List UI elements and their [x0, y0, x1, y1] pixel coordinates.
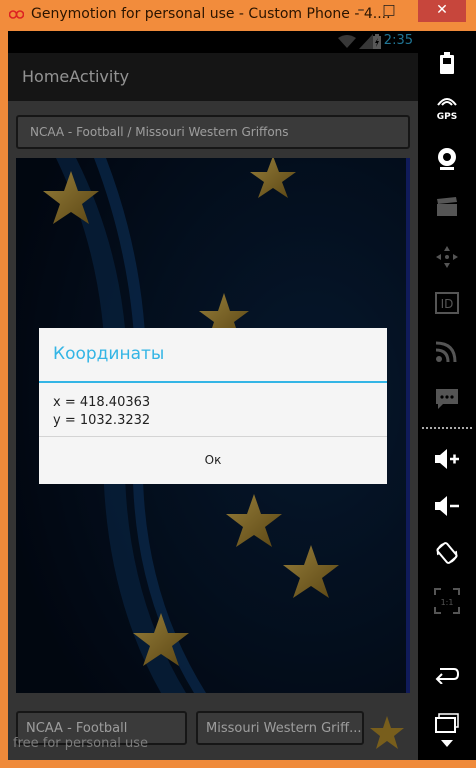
- coordinate-y: y = 1032.3232: [53, 413, 151, 428]
- window-title: Genymotion for personal use - Custom Pho…: [31, 6, 391, 22]
- rss-icon: [436, 341, 457, 362]
- genymotion-logo-icon: [9, 10, 24, 19]
- emulator-window: Genymotion for personal use - Custom Pho…: [0, 0, 476, 768]
- gps-label: GPS: [436, 112, 458, 122]
- webcam-icon: [438, 148, 456, 170]
- battery-button[interactable]: [426, 43, 468, 83]
- volume-down-icon: [435, 496, 459, 516]
- emulator-sidebar: GPS ID 1:1: [418, 31, 476, 760]
- clapperboard-icon: [437, 197, 457, 216]
- minimize-button[interactable]: –: [348, 0, 374, 22]
- gps-icon: [437, 98, 457, 106]
- dpad-icon: [436, 246, 458, 268]
- device-screen[interactable]: 2:35 HomeActivity NCAA - Football / Miss…: [8, 31, 418, 760]
- dialog-message: x = 418.40363 y = 1032.3232: [53, 394, 150, 430]
- volume-up-icon: [435, 449, 459, 469]
- svg-text:1:1: 1:1: [441, 598, 454, 607]
- window-titlebar[interactable]: Genymotion for personal use - Custom Pho…: [0, 0, 476, 30]
- dialog-title: Координаты: [53, 344, 165, 364]
- battery-icon: [440, 52, 454, 74]
- dialog-title-divider: [39, 381, 387, 383]
- volume-down-button[interactable]: [426, 486, 468, 526]
- sidebar-divider: [422, 427, 472, 429]
- message-icon: [436, 389, 458, 409]
- back-button[interactable]: [426, 655, 468, 695]
- ok-button[interactable]: Ок: [39, 437, 387, 484]
- more-button[interactable]: [426, 735, 468, 753]
- dpad-button[interactable]: [426, 237, 468, 277]
- sms-button[interactable]: [426, 379, 468, 419]
- recent-apps-icon: [435, 713, 459, 733]
- rotate-button[interactable]: [426, 533, 468, 573]
- coordinates-dialog: Координаты x = 418.40363 y = 1032.3232 О…: [39, 328, 387, 484]
- rotate-screen-icon: [436, 542, 458, 564]
- svg-text:ID: ID: [441, 297, 454, 311]
- close-button[interactable]: ✕: [418, 0, 466, 22]
- volume-up-button[interactable]: [426, 439, 468, 479]
- coordinate-x: x = 418.40363: [53, 395, 151, 410]
- id-card-icon: ID: [435, 292, 459, 314]
- maximize-button[interactable]: □: [376, 0, 402, 22]
- pixel-perfect-button[interactable]: 1:1: [426, 581, 468, 621]
- pixel-perfect-icon: 1:1: [434, 588, 460, 614]
- chevron-down-icon: [441, 740, 453, 747]
- broadcast-button[interactable]: [426, 331, 468, 371]
- identifier-button[interactable]: ID: [426, 283, 468, 323]
- watermark-text: free for personal use: [13, 736, 149, 751]
- gps-button[interactable]: GPS: [426, 91, 468, 131]
- capture-button[interactable]: [426, 187, 468, 227]
- back-arrow-icon: [435, 668, 460, 684]
- camera-button[interactable]: [426, 139, 468, 179]
